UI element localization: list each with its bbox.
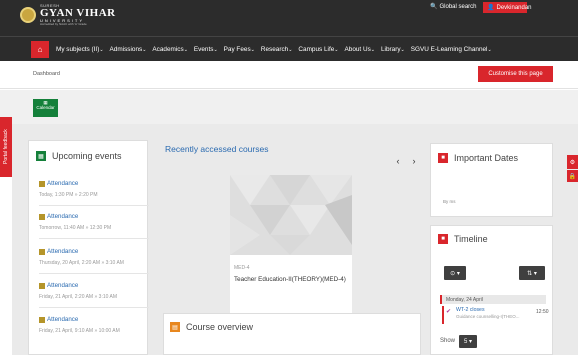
user-menu-button[interactable]: 👤 Devkinandan bbox=[483, 2, 532, 13]
calendar-strip: ▦ Calendar bbox=[0, 90, 578, 124]
user-icon: 👤 bbox=[487, 5, 495, 11]
breadcrumb[interactable]: Dashboard bbox=[33, 71, 60, 77]
calendar-icon: ▦ bbox=[36, 151, 46, 161]
course-card[interactable]: MED-4 Teacher Education-II(THEORY)(MED-4… bbox=[230, 175, 352, 315]
course-overview-block: ▤ Course overview bbox=[163, 313, 421, 355]
chevron-down-icon: ⌄ bbox=[142, 47, 147, 53]
nav-menu: My subjects (II)⌄ Admissions⌄ Academics⌄… bbox=[56, 37, 498, 62]
event-item[interactable]: Attendance Tomorrow, 11:40 AM » 12:30 PM bbox=[39, 208, 149, 239]
nav-item-events[interactable]: Events⌄ bbox=[194, 46, 218, 53]
calendar-label: Calendar bbox=[36, 104, 55, 110]
course-category: MED-4 bbox=[234, 265, 250, 271]
customise-page-button[interactable]: Customise this page bbox=[478, 66, 553, 82]
course-pattern-image bbox=[230, 175, 352, 255]
timeline-block: ■ Timeline ⊙ ▾ ⇅ ▾ Monday, 24 April ✔ WT… bbox=[430, 225, 553, 355]
event-item[interactable]: Attendance Today, 1:30 PM » 2:20 PM bbox=[39, 175, 149, 206]
nav-item-research[interactable]: Research⌄ bbox=[261, 46, 293, 53]
chevron-down-icon: ⌄ bbox=[334, 47, 339, 53]
chevron-down-icon: ⌄ bbox=[487, 47, 492, 53]
nav-item-elearning-channel[interactable]: SGVU E-Learning Channel⌄ bbox=[411, 46, 492, 53]
timeline-item-time: 12:50 bbox=[536, 309, 549, 315]
home-icon: ⌂ bbox=[37, 45, 43, 54]
timeline-item[interactable]: ✔ WT-2 closes Guidance counselling-I(THE… bbox=[442, 306, 549, 324]
prev-button[interactable]: ‹ bbox=[392, 156, 404, 166]
timeline-sort-button[interactable]: ⇅ ▾ bbox=[519, 266, 545, 280]
timeline-day-header: Monday, 24 April bbox=[440, 295, 546, 304]
page-header: Dashboard Customise this page bbox=[0, 61, 578, 89]
event-item[interactable]: Attendance Friday, 21 April, 9:10 AM » 1… bbox=[39, 311, 149, 342]
recent-courses-title: Recently accessed courses bbox=[165, 144, 269, 154]
course-overview-icon: ▤ bbox=[170, 322, 180, 332]
next-button[interactable]: › bbox=[408, 156, 420, 166]
top-header: SURESH GYAN VIHAR UNIVERSITY Accredited … bbox=[0, 0, 578, 36]
event-icon bbox=[39, 180, 45, 187]
nav-item-admissions[interactable]: Admissions⌄ bbox=[110, 46, 147, 53]
bookmark-icon: ■ bbox=[438, 234, 448, 244]
logo-tagline: Accredited by NAAC with 'A' Grade bbox=[40, 22, 87, 26]
nav-item-about-us[interactable]: About Us⌄ bbox=[345, 46, 376, 53]
nav-item-library[interactable]: Library⌄ bbox=[381, 46, 405, 53]
event-icon bbox=[39, 316, 45, 323]
timeline-item-name[interactable]: WT-2 closes bbox=[456, 307, 485, 313]
important-dates-title: Important Dates bbox=[454, 153, 519, 163]
chevron-down-icon: ⌄ bbox=[213, 47, 218, 53]
chevron-down-icon: ⌄ bbox=[400, 47, 405, 53]
chevron-down-icon: ⌄ bbox=[250, 47, 255, 53]
timeline-show-label: Show bbox=[440, 338, 456, 344]
nav-item-my-subjects[interactable]: My subjects (II)⌄ bbox=[56, 46, 104, 53]
emblem-icon bbox=[20, 7, 36, 23]
timeline-item-course: Guidance counselling-I(THEO... bbox=[456, 314, 520, 319]
event-icon bbox=[39, 248, 45, 255]
important-dates-meta: By ms bbox=[443, 199, 456, 204]
user-name: Devkinandan bbox=[496, 4, 532, 11]
chevron-down-icon: ⌄ bbox=[370, 47, 375, 53]
upcoming-events-title: Upcoming events bbox=[52, 151, 122, 161]
course-name[interactable]: Teacher Education-II(THEORY)(MED-4) bbox=[234, 276, 346, 283]
side-lock-tab[interactable]: 🔒 bbox=[567, 170, 578, 182]
bookmark-icon: ■ bbox=[438, 153, 448, 163]
global-search-link[interactable]: 🔍 Global search bbox=[430, 3, 477, 11]
university-logo[interactable]: SURESH GYAN VIHAR UNIVERSITY Accredited … bbox=[20, 4, 116, 26]
calendar-button[interactable]: ▦ Calendar bbox=[33, 99, 58, 117]
nav-item-academics[interactable]: Academics⌄ bbox=[152, 46, 187, 53]
chevron-down-icon: ⌄ bbox=[183, 47, 188, 53]
event-item[interactable]: Attendance Friday, 21 April, 2:20 AM » 3… bbox=[39, 277, 149, 308]
course-overview-title: Course overview bbox=[186, 322, 254, 332]
lock-icon: 🔒 bbox=[568, 173, 577, 180]
important-dates-block: ■ Important Dates By ms bbox=[430, 143, 553, 217]
timeline-filter-button[interactable]: ⊙ ▾ bbox=[444, 266, 466, 280]
main-navbar: ⌂ My subjects (II)⌄ Admissions⌄ Academic… bbox=[0, 36, 578, 61]
chevron-down-icon: ⌄ bbox=[99, 47, 104, 53]
nav-item-campus-life[interactable]: Campus Life⌄ bbox=[298, 46, 338, 53]
timeline-show-count-select[interactable]: 5 ▾ bbox=[459, 335, 477, 348]
home-button[interactable]: ⌂ bbox=[31, 41, 49, 58]
event-item[interactable]: Attendance Thursday, 20 April, 2:20 AM »… bbox=[39, 243, 149, 274]
global-search-label: Global search bbox=[439, 3, 477, 10]
portal-feedback-tab[interactable]: Portal feedback bbox=[0, 117, 12, 177]
nav-item-pay-fees[interactable]: Pay Fees⌄ bbox=[224, 46, 255, 53]
course-image bbox=[230, 175, 352, 255]
assignment-icon: ✔ bbox=[446, 309, 452, 315]
timeline-title: Timeline bbox=[454, 234, 488, 244]
search-icon: 🔍 bbox=[430, 4, 438, 10]
recent-courses-block: Recently accessed courses ‹ › MED-4 Teac… bbox=[160, 138, 422, 315]
gear-icon: ⚙ bbox=[569, 159, 576, 166]
event-icon bbox=[39, 282, 45, 289]
event-icon bbox=[39, 213, 45, 220]
upcoming-events-block: ▦ Upcoming events Attendance Today, 1:30… bbox=[28, 140, 149, 355]
side-gear-tab[interactable]: ⚙ bbox=[567, 155, 578, 169]
chevron-down-icon: ⌄ bbox=[288, 47, 293, 53]
